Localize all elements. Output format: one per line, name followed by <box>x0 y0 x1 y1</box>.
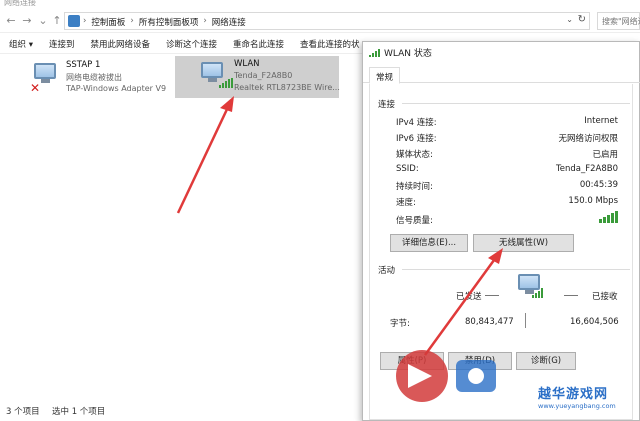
row-value: 150.0 Mbps <box>568 196 618 206</box>
signal-bars-icon <box>219 78 233 88</box>
dialog-title: WLAN 状态 <box>384 49 432 59</box>
address-row: ← → ⌄ ↑ › 控制面板 › 所有控制面板项 › 网络连接 ⌄ ↻ 搜索"网… <box>0 9 640 33</box>
row-label: SSID: <box>396 164 419 174</box>
connection-wlan[interactable]: WLAN Tenda_F2A8B0 Realtek RTL8723BE Wire… <box>175 56 340 98</box>
duration-row: 持续时间: 00:45:39 <box>396 180 618 194</box>
connection-sstap[interactable]: ✕ SSTAP 1 网络电缆被拔出 TAP-Windows Adapter V9 <box>26 57 166 99</box>
row-value: 无网络访问权限 <box>558 134 618 144</box>
address-dropdown-icon[interactable]: ⌄ <box>566 15 573 24</box>
breadcrumb-item-network[interactable]: 网络连接 <box>212 16 246 28</box>
row-label: 媒体状态: <box>396 150 433 160</box>
wireless-properties-button[interactable]: 无线属性(W) <box>473 234 574 252</box>
organize-menu[interactable]: 组织 ▾ <box>0 38 41 50</box>
bytes-label: 字节: <box>390 319 410 329</box>
recent-dropdown-icon[interactable]: ⌄ <box>36 13 50 29</box>
search-placeholder: 搜索"网络连接" <box>602 17 640 26</box>
breadcrumb-item-control-panel[interactable]: 控制面板 <box>91 16 125 28</box>
watermark-logo <box>396 350 496 402</box>
search-input[interactable]: 搜索"网络连接" <box>597 12 640 30</box>
group-divider <box>402 103 630 104</box>
disconnected-icon: ✕ <box>30 81 41 95</box>
view-status-button[interactable]: 查看此连接的状 <box>292 38 368 50</box>
row-label: 信号质量: <box>396 216 433 226</box>
received-label: 已接收 <box>592 292 618 302</box>
connection-name: WLAN <box>234 59 260 69</box>
connect-to-button[interactable]: 连接到 <box>41 38 83 50</box>
watermark-url: www.yueyangbang.com <box>538 402 616 410</box>
ssid-row: SSID: Tenda_F2A8B0 <box>396 164 618 178</box>
activity-signal-icon <box>532 288 543 298</box>
row-value: 00:45:39 <box>579 180 618 190</box>
item-count: 3 个项目 <box>6 407 40 417</box>
connection-name: SSTAP 1 <box>66 60 101 70</box>
row-label: IPv4 连接: <box>396 118 437 128</box>
up-icon[interactable]: ↑ <box>50 13 64 29</box>
sent-line <box>485 295 499 296</box>
tab-bar: 常规 <box>363 67 640 84</box>
connection-adapter: TAP-Windows Adapter V9 <box>66 84 167 93</box>
tab-general[interactable]: 常规 <box>369 67 401 84</box>
selected-count: 选中 1 个项目 <box>52 407 106 417</box>
control-panel-icon <box>68 15 80 27</box>
chevron-right-icon: › <box>203 16 207 26</box>
row-value: Internet <box>584 116 618 126</box>
connection-ssid: Tenda_F2A8B0 <box>234 71 293 80</box>
media-state-row: 媒体状态: 已启用 <box>396 148 618 162</box>
back-icon[interactable]: ← <box>4 13 18 29</box>
group-divider <box>402 269 630 270</box>
activity-group-label: 活动 <box>378 266 396 276</box>
rename-button[interactable]: 重命名此连接 <box>225 38 292 50</box>
sent-label: 已发送 <box>456 292 482 302</box>
row-value: 已启用 <box>592 150 618 160</box>
connection-status: 网络电缆被拔出 <box>66 73 122 82</box>
disable-device-button[interactable]: 禁用此网络设备 <box>82 38 158 50</box>
diagnose-dialog-button[interactable]: 诊断(G) <box>516 352 576 370</box>
row-label: 持续时间: <box>396 182 433 192</box>
bytes-divider <box>525 313 526 328</box>
watermark-text: 越华游戏网 <box>538 387 609 402</box>
details-button[interactable]: 详细信息(E)... <box>390 234 468 252</box>
window-title: 网络连接 <box>4 0 36 7</box>
forward-icon[interactable]: → <box>20 13 34 29</box>
speed-row: 速度: 150.0 Mbps <box>396 196 618 210</box>
row-value: Tenda_F2A8B0 <box>556 164 618 174</box>
wifi-icon <box>369 48 380 57</box>
signal-quality-icon <box>599 211 618 223</box>
diagnose-button[interactable]: 诊断这个连接 <box>158 38 225 50</box>
chevron-right-icon: › <box>130 16 134 26</box>
received-line <box>564 295 578 296</box>
chevron-right-icon: › <box>83 16 87 26</box>
address-bar[interactable]: › 控制面板 › 所有控制面板项 › 网络连接 ⌄ ↻ <box>64 12 590 30</box>
row-label: 速度: <box>396 198 416 208</box>
row-label: IPv6 连接: <box>396 134 437 144</box>
title-bar: 网络连接 <box>0 0 640 8</box>
arrow-to-wlan <box>176 96 234 214</box>
ipv6-row: IPv6 连接: 无网络访问权限 <box>396 132 618 146</box>
connection-adapter: Realtek RTL8723BE Wire... <box>234 83 340 92</box>
breadcrumb: › 控制面板 › 所有控制面板项 › 网络连接 <box>83 16 246 28</box>
connection-group-label: 连接 <box>378 100 396 110</box>
signal-quality-row: 信号质量: <box>396 211 618 228</box>
bytes-received-value: 16,604,506 <box>570 317 619 327</box>
ipv4-row: IPv4 连接: Internet <box>396 116 618 130</box>
dialog-title-bar: WLAN 状态 <box>369 46 432 59</box>
breadcrumb-item-all-items[interactable]: 所有控制面板项 <box>139 16 199 28</box>
bytes-sent-value: 80,843,477 <box>465 317 514 327</box>
status-bar: 3 个项目 选中 1 个项目 <box>0 402 362 421</box>
refresh-icon[interactable]: ↻ <box>578 14 586 25</box>
